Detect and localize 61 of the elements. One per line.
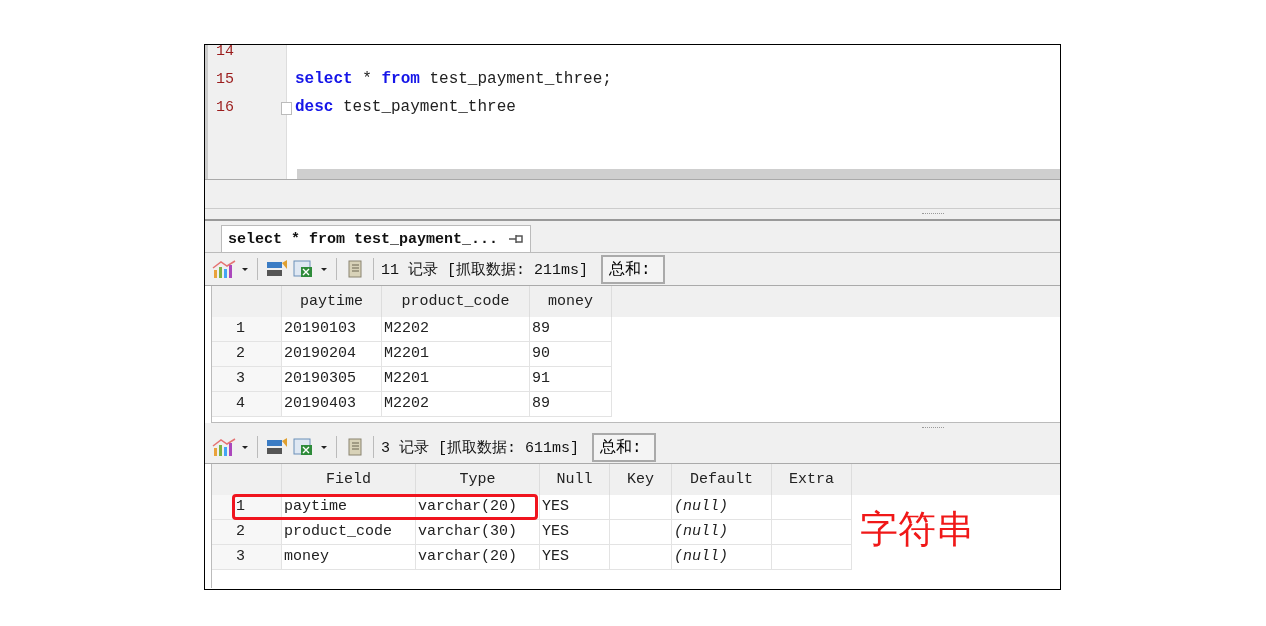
sum-field: 总和: (601, 254, 666, 284)
annotation-text: 字符串 (860, 506, 974, 553)
table-cell: 20190103 (282, 317, 382, 342)
line-number: 16 (215, 99, 234, 116)
table-cell: 89 (530, 317, 612, 342)
table-cell: (null) (672, 545, 772, 570)
table-cell: (null) (672, 520, 772, 545)
table-cell: 91 (530, 367, 612, 392)
column-header[interactable]: Key (610, 464, 672, 495)
splitter-grip[interactable] (921, 427, 944, 430)
table-cell (610, 520, 672, 545)
table-cell: 89 (530, 392, 612, 417)
table-cell: money (282, 545, 416, 570)
table-cell: 1 (212, 317, 282, 342)
table-cell: 90 (530, 342, 612, 367)
table-cell: (null) (672, 495, 772, 520)
splitter-grip[interactable] (921, 213, 944, 216)
column-header[interactable]: Default (672, 464, 772, 495)
table-cell: 20190305 (282, 367, 382, 392)
sum-field: 总和: (592, 432, 657, 462)
table-import-icon[interactable] (265, 259, 289, 279)
column-header[interactable]: Type (416, 464, 540, 495)
code-line: select * from test_payment_three; (295, 70, 612, 88)
chart-icon[interactable] (211, 259, 237, 279)
result-tab[interactable]: select * from test_payment_... (221, 225, 532, 252)
table-cell: varchar(20) (416, 495, 540, 520)
table-cell (610, 545, 672, 570)
table-cell (610, 495, 672, 520)
record-status: 11 记录 [抓取数据: 211ms] (381, 260, 589, 279)
table-cell: M2201 (382, 367, 530, 392)
column-header[interactable]: Extra (772, 464, 852, 495)
table-cell: YES (540, 545, 610, 570)
pin-icon[interactable] (508, 233, 525, 245)
table-cell: YES (540, 520, 610, 545)
table-cell: paytime (282, 495, 416, 520)
table-cell: YES (540, 495, 610, 520)
table-cell: 3 (212, 367, 282, 392)
table-cell: 20190204 (282, 342, 382, 367)
line-number: 14 (215, 45, 234, 60)
table-cell: product_code (282, 520, 416, 545)
table-cell: 4 (212, 392, 282, 417)
table-cell: varchar(30) (416, 520, 540, 545)
chart-icon[interactable] (211, 437, 237, 457)
column-header[interactable]: Null (540, 464, 610, 495)
column-header[interactable]: Field (282, 464, 416, 495)
table-cell: M2202 (382, 317, 530, 342)
table-import-icon[interactable] (265, 437, 289, 457)
code-line: desc test_payment_three (295, 98, 516, 116)
column-header[interactable]: paytime (282, 286, 382, 317)
table-cell: 20190403 (282, 392, 382, 417)
table-cell: 2 (212, 342, 282, 367)
column-header[interactable]: product_code (382, 286, 530, 317)
line-number: 15 (215, 71, 234, 88)
table-cell: varchar(20) (416, 545, 540, 570)
horizontal-scrollbar[interactable] (297, 169, 1060, 179)
table-cell: M2202 (382, 392, 530, 417)
record-status: 3 记录 [抓取数据: 611ms] (381, 438, 580, 457)
table-cell: 2 (212, 520, 282, 545)
column-header[interactable]: money (530, 286, 612, 317)
table-cell: 3 (212, 545, 282, 570)
table-cell: M2201 (382, 342, 530, 367)
